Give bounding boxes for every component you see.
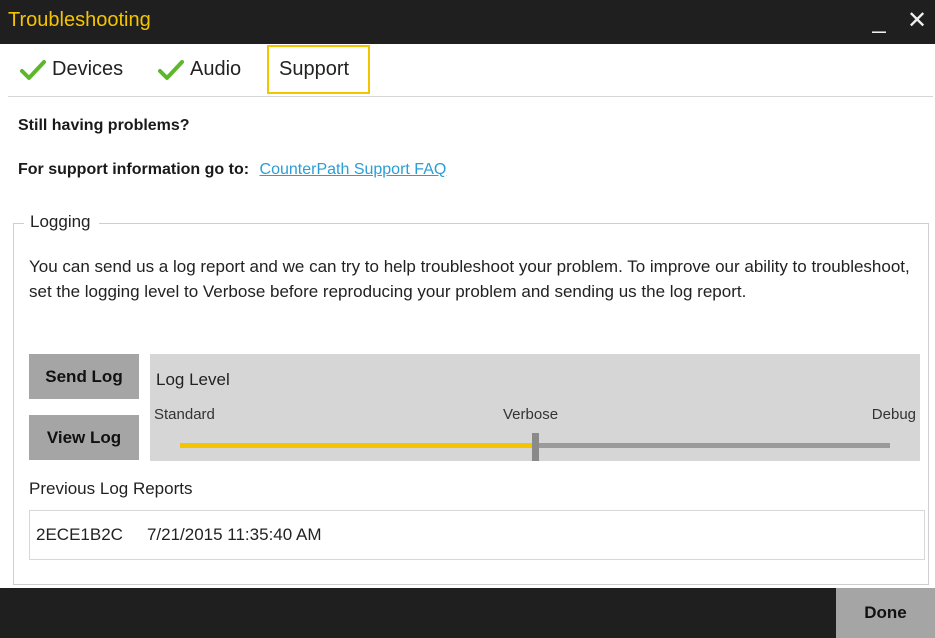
list-item[interactable]: 2ECE1B2C 7/21/2015 11:35:40 AM <box>30 511 924 559</box>
level-standard-label: Standard <box>154 406 215 423</box>
close-button[interactable]: ✕ <box>902 4 932 38</box>
logging-description: You can send us a log report and we can … <box>29 257 910 301</box>
level-debug-label: Debug <box>871 406 916 423</box>
minimize-button[interactable]: _ <box>864 4 894 38</box>
tab-support-label: Support <box>279 58 350 80</box>
support-faq-link[interactable]: CounterPath Support FAQ <box>260 161 447 178</box>
checkmark-icon <box>158 59 184 80</box>
previous-reports-title: Previous Log Reports <box>29 479 193 498</box>
report-id: 2ECE1B2C <box>36 525 123 544</box>
logging-group: Logging You can send us a log report and… <box>13 212 929 585</box>
footer-bar: Done <box>0 588 935 638</box>
report-datetime: 7/21/2015 11:35:40 AM <box>146 525 322 544</box>
tab-audio[interactable]: Audio <box>158 45 241 94</box>
log-level-slider-fill <box>180 443 535 448</box>
support-panel: Still having problems? For support infor… <box>8 96 933 586</box>
support-info-line: For support information go to: CounterPa… <box>18 161 446 179</box>
tab-support[interactable]: Support <box>267 45 370 94</box>
log-level-panel: Log Level Standard Verbose Debug <box>150 354 920 461</box>
troubleshooting-window: Troubleshooting _ ✕ Devices Audio Suppor… <box>0 0 935 638</box>
support-info-label: For support information go to: <box>18 161 250 178</box>
log-level-slider-thumb[interactable] <box>532 433 539 461</box>
support-heading: Still having problems? <box>18 117 190 134</box>
log-level-title: Log Level <box>156 370 230 389</box>
level-verbose-label: Verbose <box>503 406 559 423</box>
send-log-button[interactable]: Send Log <box>29 354 139 399</box>
previous-reports-list: 2ECE1B2C 7/21/2015 11:35:40 AM <box>29 510 925 560</box>
tab-devices[interactable]: Devices <box>20 45 123 94</box>
title-bar: Troubleshooting _ ✕ <box>0 0 935 44</box>
logging-legend: Logging <box>24 212 99 232</box>
tab-audio-label: Audio <box>190 58 242 80</box>
window-title: Troubleshooting <box>8 9 151 31</box>
view-log-button[interactable]: View Log <box>29 415 139 460</box>
checkmark-icon <box>20 59 46 80</box>
tab-devices-label: Devices <box>52 58 124 80</box>
done-button[interactable]: Done <box>836 588 935 638</box>
